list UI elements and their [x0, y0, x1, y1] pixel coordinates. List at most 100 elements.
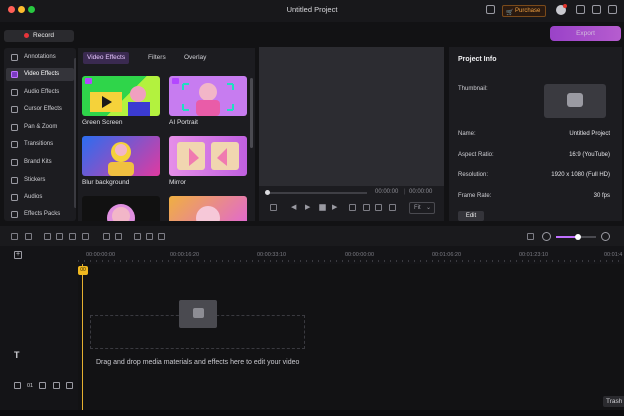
effect-mirror[interactable]	[169, 136, 247, 176]
lock-icon[interactable]	[39, 382, 46, 389]
trash-button[interactable]: Trash	[603, 396, 624, 407]
sidebar-item-label: Effects Packs	[24, 211, 61, 217]
speech-icon[interactable]	[103, 233, 110, 240]
purchase-button[interactable]: 🛒 Purchase	[502, 5, 546, 17]
eye-icon[interactable]	[53, 382, 60, 389]
project-info-panel: Project Info Thumbnail: Name: Untitled P…	[449, 47, 622, 221]
screen-icon[interactable]	[486, 5, 495, 14]
edit-icon[interactable]	[592, 5, 601, 14]
sidebar-item-pan-zoom[interactable]: Pan & Zoom	[6, 121, 74, 134]
text-icon[interactable]	[115, 233, 122, 240]
pan-zoom-icon	[11, 124, 18, 131]
project-thumbnail[interactable]	[544, 84, 606, 118]
effect-label: Blur background	[82, 179, 130, 186]
image-edit-icon	[567, 93, 583, 107]
current-time: 00:00:00	[375, 189, 399, 195]
effect-blur-background[interactable]	[82, 136, 160, 176]
effect-item[interactable]	[82, 196, 160, 221]
sidebar-item-cursor-effects[interactable]: Cursor Effects	[6, 103, 74, 116]
stop-icon[interactable]	[319, 204, 326, 211]
edit-button[interactable]: Edit	[458, 211, 484, 221]
export-button[interactable]: Export	[550, 26, 621, 41]
export-label: Export	[576, 30, 595, 37]
microphone-icon[interactable]	[82, 233, 89, 240]
add-track-button[interactable]: +	[14, 251, 22, 259]
marker-icon[interactable]	[146, 233, 153, 240]
tab-filters[interactable]: Filters	[144, 52, 170, 64]
step-back-icon[interactable]: ◀	[291, 204, 298, 211]
timeline-toolbar	[0, 226, 624, 246]
playhead-handle[interactable]: 00	[78, 266, 88, 275]
sidebar-item-brand-kits[interactable]: Brand Kits	[6, 156, 74, 169]
sidebar-item-label: Audios	[24, 194, 43, 200]
field-label: Resolution:	[458, 172, 489, 178]
zoom-slider-handle[interactable]	[575, 234, 581, 240]
track-number: 01	[27, 383, 34, 389]
split-icon[interactable]	[56, 233, 63, 240]
graduation-cap-icon[interactable]	[576, 5, 585, 14]
undo-icon[interactable]	[11, 233, 18, 240]
sidebar-item-audios[interactable]: Audios	[6, 191, 74, 204]
redo-icon[interactable]	[25, 233, 32, 240]
sidebar-scrollbar[interactable]	[74, 58, 76, 208]
cursor-icon	[11, 106, 18, 113]
playhead-line[interactable]	[82, 264, 83, 410]
effect-item[interactable]	[169, 196, 247, 221]
zoom-in-icon[interactable]	[601, 232, 610, 241]
shield-icon[interactable]	[69, 233, 76, 240]
record-button[interactable]: Record	[4, 30, 74, 42]
sidebar: Annotations Video Effects Audio Effects …	[4, 48, 76, 221]
play-icon[interactable]: ▶	[305, 204, 312, 211]
video-effects-icon	[11, 71, 18, 78]
sidebar-item-stickers[interactable]: Stickers	[6, 174, 74, 187]
detach-icon[interactable]	[158, 233, 165, 240]
avatar[interactable]	[556, 4, 567, 15]
sidebar-item-label: Stickers	[24, 177, 46, 183]
timeline-ruler[interactable]: 00:00:00:00 00:00:16:20 00:00:33:10 00:0…	[0, 246, 624, 264]
screenshot-icon[interactable]	[270, 204, 277, 211]
sidebar-item-annotations[interactable]: Annotations	[6, 51, 74, 64]
fit-timeline-icon[interactable]	[527, 233, 534, 240]
field-label: Name:	[458, 131, 476, 137]
fit-label: Fit	[414, 205, 421, 211]
sidebar-item-label: Cursor Effects	[24, 106, 62, 112]
audio-effects-icon	[11, 89, 18, 96]
zoom-out-icon[interactable]	[542, 232, 551, 241]
step-forward-icon[interactable]: ▶	[332, 204, 339, 211]
timeline-zoom-slider[interactable]	[556, 234, 596, 240]
fit-select[interactable]: Fit ⌄	[409, 202, 435, 214]
sidebar-item-transitions[interactable]: Transitions	[6, 138, 74, 151]
effect-green-screen[interactable]	[82, 76, 160, 116]
speaker-icon[interactable]	[66, 382, 73, 389]
sidebar-item-video-effects[interactable]: Video Effects	[6, 68, 74, 81]
ruler-label: 00:01:06:20	[432, 252, 462, 258]
tab-video-effects[interactable]: Video Effects	[83, 52, 130, 64]
fullscreen-icon[interactable]	[389, 204, 396, 211]
crop-icon[interactable]	[44, 233, 51, 240]
effect-label: Mirror	[169, 179, 186, 186]
premium-badge-icon	[172, 78, 179, 84]
record-dot-icon	[24, 32, 30, 38]
ruler-label: 00:00:16:20	[170, 252, 200, 258]
project-info-title: Project Info	[458, 56, 497, 63]
sidebar-item-audio-effects[interactable]: Audio Effects	[6, 86, 74, 99]
link-icon[interactable]	[134, 233, 141, 240]
sidebar-item-label: Annotations	[24, 54, 56, 60]
effects-scrollbar[interactable]	[250, 78, 253, 148]
safe-zone-icon[interactable]	[375, 204, 382, 211]
text-track-icon[interactable]: T	[14, 350, 20, 360]
record-label: Record	[33, 32, 54, 39]
playback-progress-bar[interactable]	[265, 190, 367, 195]
effect-ai-portrait[interactable]	[169, 76, 247, 116]
feedback-icon[interactable]	[608, 5, 617, 14]
volume-icon[interactable]	[349, 204, 356, 211]
frame-rate-value: 30 fps	[593, 193, 610, 199]
effects-pack-icon	[11, 211, 18, 218]
ai-portrait-illustration	[182, 83, 234, 116]
crop-icon[interactable]	[363, 204, 370, 211]
effect-label: AI Portrait	[169, 119, 198, 126]
tab-overlay[interactable]: Overlay	[180, 52, 210, 64]
total-time: 00:00:00	[409, 189, 433, 195]
sidebar-item-effects-packs[interactable]: Effects Packs	[6, 208, 74, 221]
ruler-label: 00:01:23:10	[519, 252, 549, 258]
